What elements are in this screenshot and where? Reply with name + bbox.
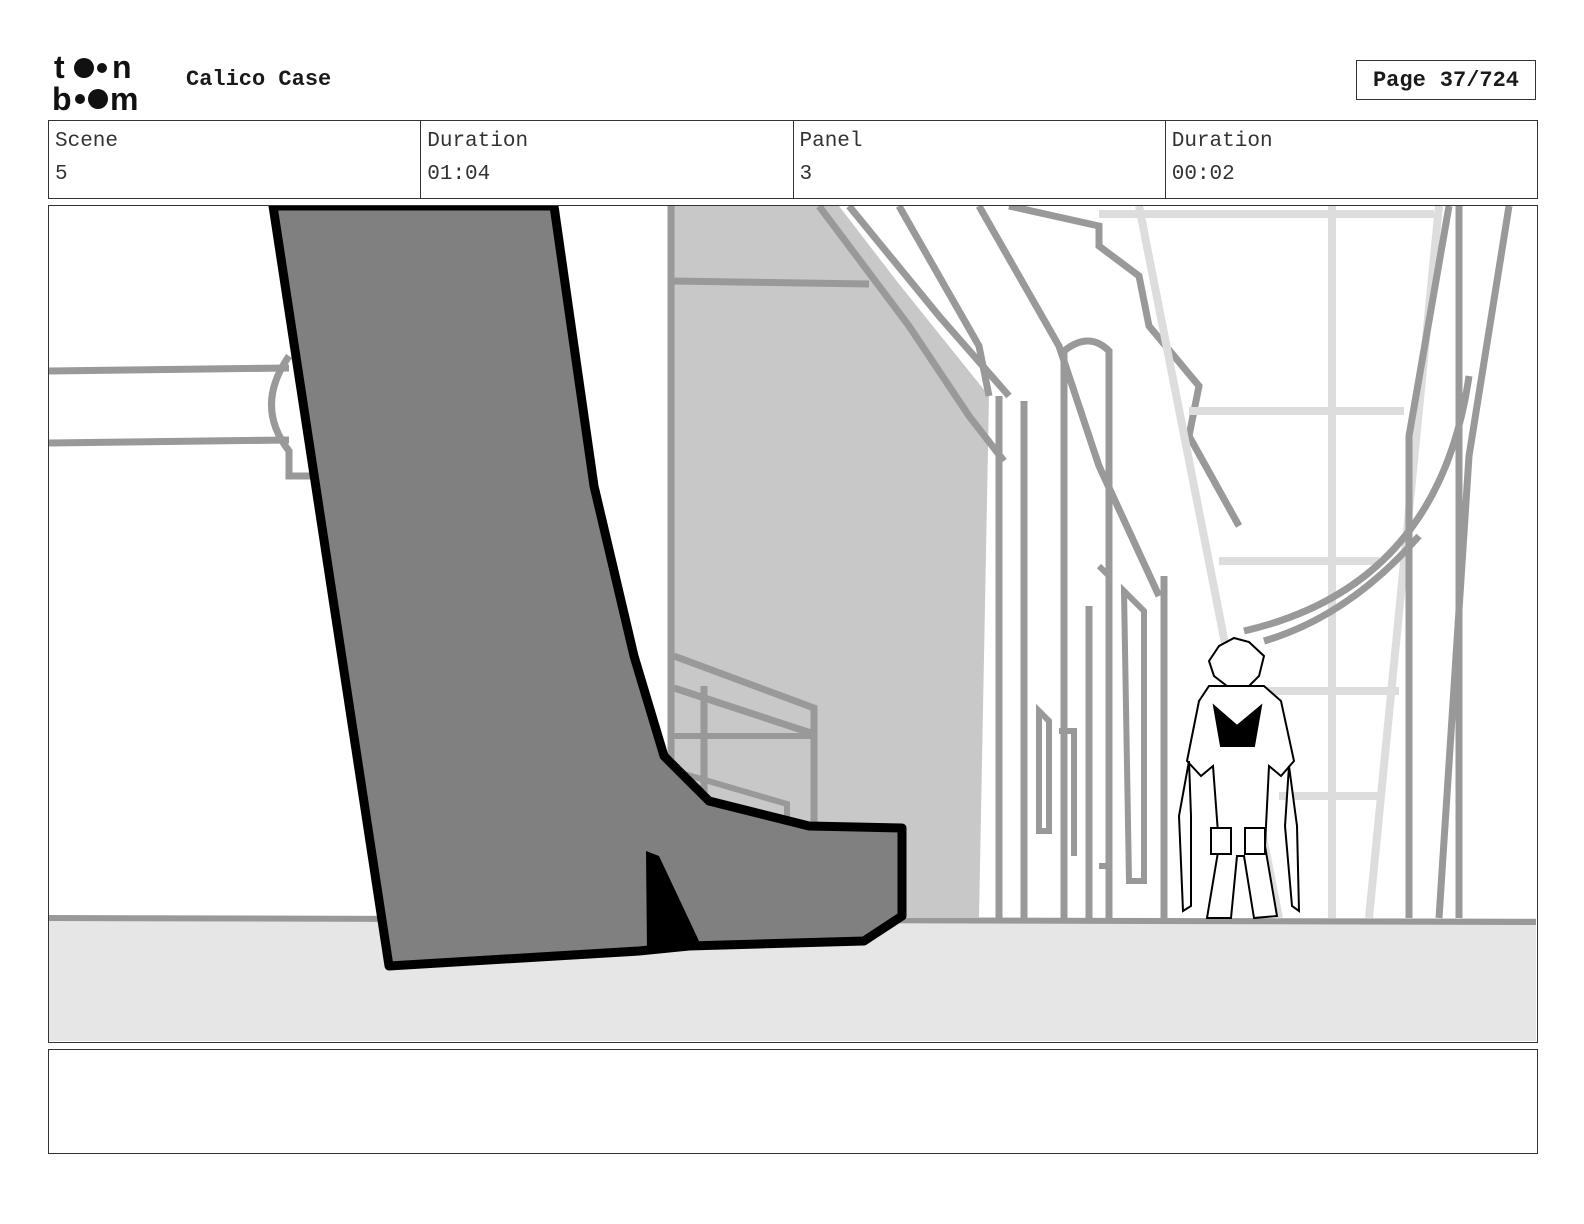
svg-text:m: m bbox=[110, 81, 138, 114]
scene-duration-cell: Duration 01:04 bbox=[421, 121, 794, 198]
svg-text:b: b bbox=[52, 81, 72, 114]
svg-text:t: t bbox=[54, 50, 65, 85]
panel-duration-value: 00:02 bbox=[1171, 163, 1235, 186]
panel-cell: Panel 3 bbox=[794, 121, 1166, 198]
svg-text:n: n bbox=[112, 50, 132, 85]
scene-value: 5 bbox=[55, 163, 68, 186]
panel-label: Panel bbox=[799, 130, 863, 153]
storyboard-drawing-icon bbox=[49, 206, 1536, 1041]
toonboom-logo: t n b m bbox=[48, 49, 168, 117]
scene-cell: Scene 5 bbox=[49, 121, 422, 198]
panel-duration-label: Duration bbox=[1171, 130, 1273, 153]
scene-info-bar: Scene 5 Duration 01:04 Panel 3 Duration … bbox=[48, 120, 1538, 199]
toonboom-logo-icon: t n b m bbox=[52, 49, 138, 117]
panel-notes bbox=[48, 1049, 1538, 1154]
scene-label: Scene bbox=[55, 130, 119, 153]
scene-duration-label: Duration bbox=[427, 130, 529, 153]
project-title: Calico Case bbox=[186, 67, 332, 92]
storyboard-panel bbox=[48, 205, 1538, 1043]
panel-value: 3 bbox=[799, 163, 813, 186]
page-indicator: Page 37/724 bbox=[1356, 60, 1536, 100]
scene-duration-value: 01:04 bbox=[427, 163, 491, 186]
page-value: 37/724 bbox=[1439, 67, 1520, 93]
panel-duration-cell: Duration 00:02 bbox=[1166, 121, 1537, 198]
page-label: Page bbox=[1372, 67, 1426, 93]
